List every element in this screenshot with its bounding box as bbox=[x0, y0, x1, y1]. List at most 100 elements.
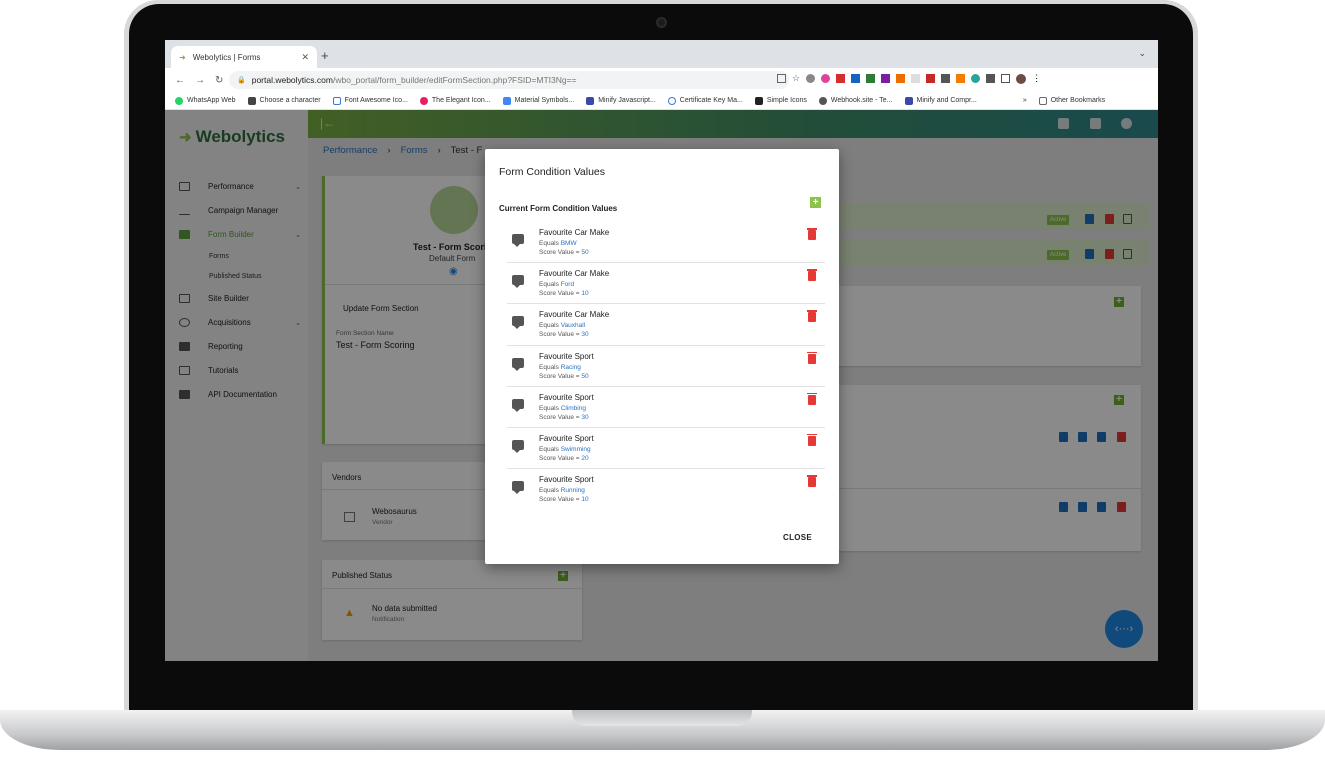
extension-icon[interactable] bbox=[941, 74, 951, 83]
share-icon[interactable] bbox=[777, 74, 786, 83]
tab-menu-icon[interactable]: ⌄ bbox=[1138, 48, 1146, 59]
comment-icon bbox=[512, 275, 524, 289]
condition-equals: Equals Racing bbox=[539, 363, 581, 371]
folder-icon bbox=[1038, 96, 1047, 105]
condition-item: Favourite Sport Equals Running Score Val… bbox=[507, 469, 825, 510]
delete-icon[interactable] bbox=[807, 392, 817, 405]
url-input[interactable]: 🔒 portal.webolytics.com/wbo_portal/form_… bbox=[229, 71, 789, 89]
bookmark[interactable]: Font Awesome Ico... bbox=[332, 96, 408, 105]
star-icon[interactable]: ☆ bbox=[792, 74, 800, 84]
whatsapp-icon bbox=[175, 96, 183, 105]
bookmark[interactable]: The Elegant Icon... bbox=[419, 96, 491, 105]
bookmark[interactable]: Choose a character bbox=[247, 96, 321, 105]
extension-icon[interactable] bbox=[896, 74, 906, 83]
bookmark[interactable]: WhatsApp Web bbox=[175, 96, 236, 105]
condition-score: Score Value = 30 bbox=[539, 413, 589, 421]
comment-icon bbox=[512, 398, 524, 412]
tab-title: Webolytics | Forms bbox=[192, 52, 261, 62]
condition-equals: Equals Ford bbox=[539, 281, 575, 289]
other-bookmarks[interactable]: Other Bookmarks bbox=[1038, 96, 1105, 105]
bookmark-icon bbox=[419, 96, 428, 105]
extension-icon[interactable] bbox=[971, 74, 981, 83]
delete-icon[interactable] bbox=[807, 351, 817, 364]
flag-icon bbox=[332, 96, 341, 105]
bookmark-icon bbox=[904, 96, 913, 105]
condition-score: Score Value = 50 bbox=[539, 249, 589, 256]
close-tab-icon[interactable]: ✕ bbox=[301, 52, 309, 63]
condition-name: Favourite Car Make bbox=[539, 228, 610, 237]
extension-icon[interactable] bbox=[956, 74, 966, 83]
bookmark[interactable]: Minify and Compr... bbox=[904, 96, 977, 105]
bookmark[interactable]: Material Symbols... bbox=[502, 96, 574, 105]
bookmark[interactable]: Minify Javascript... bbox=[586, 96, 656, 105]
avatar[interactable] bbox=[1016, 74, 1027, 84]
add-condition-value-button[interactable]: + bbox=[810, 197, 821, 208]
more-bookmarks-icon[interactable]: » bbox=[1023, 97, 1027, 104]
tab-bar: ➜ Webolytics | Forms ✕ + ⌄ bbox=[165, 40, 1158, 68]
condition-equals: Equals Vauxhall bbox=[539, 322, 586, 330]
condition-item: Favourite Car Make Equals Vauxhall Score… bbox=[507, 304, 825, 346]
condition-equals: Equals Swimming bbox=[539, 445, 591, 453]
url-path: /wbo_portal/form_builder/editFormSection… bbox=[332, 75, 577, 85]
extension-icon[interactable] bbox=[806, 74, 816, 83]
puzzle-icon[interactable] bbox=[986, 74, 996, 83]
delete-icon[interactable] bbox=[807, 228, 817, 240]
laptop-notch bbox=[572, 710, 752, 726]
comment-icon bbox=[512, 481, 524, 495]
screen: ➜ Webolytics | Forms ✕ + ⌄ ← → ↻ 🔒 porta… bbox=[165, 40, 1158, 661]
comment-icon bbox=[512, 234, 524, 247]
condition-item: Favourite Car Make Equals BMW Score Valu… bbox=[507, 222, 825, 264]
extension-icon[interactable] bbox=[926, 74, 936, 83]
form-condition-values-modal: Form Condition Values Current Form Condi… bbox=[485, 149, 839, 564]
condition-item: Favourite Sport Equals Racing Score Valu… bbox=[507, 346, 825, 387]
condition-equals: Equals Climbing bbox=[539, 404, 586, 412]
close-button[interactable]: CLOSE bbox=[783, 533, 812, 542]
condition-name: Favourite Sport bbox=[539, 433, 594, 443]
extension-icon[interactable] bbox=[881, 74, 891, 83]
condition-score: Score Value = 10 bbox=[539, 496, 589, 504]
comment-icon bbox=[512, 316, 524, 330]
condition-item: Favourite Car Make Equals Ford Score Val… bbox=[507, 263, 825, 305]
condition-equals: Equals Running bbox=[539, 487, 585, 495]
delete-icon[interactable] bbox=[807, 310, 817, 323]
condition-equals: Equals BMW bbox=[539, 240, 577, 247]
delete-icon[interactable] bbox=[807, 433, 817, 446]
condition-score: Score Value = 30 bbox=[539, 331, 589, 339]
bookmark-icon bbox=[247, 96, 256, 105]
extension-icon[interactable] bbox=[911, 74, 921, 83]
extension-icon[interactable] bbox=[821, 74, 831, 83]
extensions-bar: ☆ ⋮ bbox=[777, 74, 1041, 84]
condition-score: Score Value = 10 bbox=[539, 290, 589, 298]
condition-name: Favourite Car Make bbox=[539, 269, 610, 279]
bookmark[interactable]: Simple Icons bbox=[754, 96, 807, 105]
app: ➜ Webolytics Performance ⌄ Campaign Manage… bbox=[165, 110, 1158, 661]
bookmark-icon bbox=[586, 96, 595, 105]
forward-icon[interactable]: → bbox=[195, 75, 205, 86]
bookmark-icon bbox=[754, 96, 763, 105]
extension-icon[interactable] bbox=[836, 74, 846, 83]
bookmark-icon bbox=[502, 96, 511, 105]
condition-name: Favourite Car Make bbox=[539, 310, 610, 320]
extension-icon[interactable] bbox=[851, 74, 861, 83]
bookmark[interactable]: Webhook.site - Te... bbox=[818, 96, 893, 105]
modal-title: Form Condition Values bbox=[499, 166, 606, 178]
favicon-icon: ➜ bbox=[179, 52, 186, 62]
condition-item: Favourite Sport Equals Climbing Score Va… bbox=[507, 387, 825, 428]
browser-tab[interactable]: ➜ Webolytics | Forms ✕ bbox=[171, 46, 317, 68]
bookmark[interactable]: Certificate Key Ma... bbox=[667, 96, 743, 105]
url-domain: portal.webolytics.com bbox=[251, 75, 333, 85]
reload-icon[interactable]: ↻ bbox=[215, 75, 225, 86]
extension-icon[interactable] bbox=[866, 74, 876, 83]
condition-list: Favourite Car Make Equals BMW Score Valu… bbox=[507, 222, 825, 510]
condition-score: Score Value = 50 bbox=[539, 372, 589, 380]
bookmarks-bar: WhatsApp Web Choose a character Font Awe… bbox=[165, 92, 1158, 110]
back-icon[interactable]: ← bbox=[175, 75, 185, 86]
kebab-menu-icon[interactable]: ⋮ bbox=[1032, 74, 1041, 84]
delete-icon[interactable] bbox=[807, 475, 817, 488]
comment-icon bbox=[512, 357, 524, 371]
comment-icon bbox=[512, 439, 524, 453]
delete-icon[interactable] bbox=[807, 269, 817, 282]
condition-name: Favourite Sport bbox=[539, 351, 594, 361]
sidebar-icon[interactable] bbox=[1001, 74, 1011, 83]
new-tab-icon[interactable]: + bbox=[321, 48, 329, 63]
